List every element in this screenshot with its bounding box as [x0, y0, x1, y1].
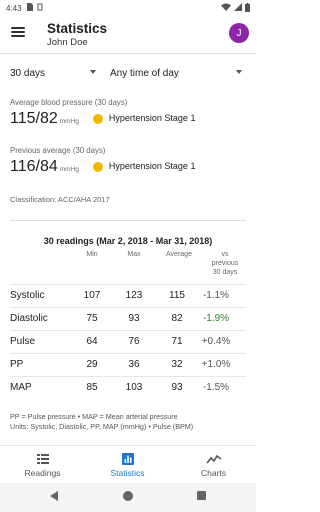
title-block: Statistics John Doe	[47, 21, 107, 48]
header-min: Min	[86, 251, 98, 258]
unit-label: mmHg	[59, 118, 79, 125]
header-max: Max	[127, 251, 141, 258]
stage-indicator: Hypertension Stage 1	[92, 161, 196, 172]
cell-vs: +0.4%	[201, 336, 231, 347]
current-average-value: 115/82	[10, 110, 58, 127]
table-row: Pulse 64 76 71 +0.4%	[10, 330, 246, 353]
unit-label: mmHg	[59, 166, 79, 173]
table-row: PP 29 36 32 +1.0%	[10, 353, 246, 376]
nav-readings[interactable]: Readings	[0, 446, 85, 484]
recents-icon[interactable]	[197, 491, 206, 500]
cell-max: 123	[125, 290, 143, 301]
row-label: Diastolic	[10, 313, 48, 324]
header-average: Average	[166, 251, 192, 258]
table-title: 30 readings (Mar 2, 2018 - Mar 31, 2018)	[43, 236, 213, 246]
stage-indicator: Hypertension Stage 1	[92, 113, 196, 124]
previous-average-label: Previous average (30 days)	[10, 146, 106, 155]
header-vs-line2: previous	[211, 260, 239, 267]
period-dropdown[interactable]: 30 days	[10, 62, 96, 84]
cell-avg: 32	[171, 359, 183, 370]
row-label: PP	[10, 359, 24, 370]
current-average: Average blood pressure (30 days) 115/82 …	[10, 98, 246, 128]
stage-dot-icon	[92, 162, 103, 172]
footnote-line1: PP = Pulse pressure • MAP = Mean arteria…	[10, 412, 178, 421]
nav-charts[interactable]: Charts	[171, 446, 256, 484]
row-label: Systolic	[10, 290, 45, 301]
previous-average-value: 116/84	[10, 158, 58, 175]
divider	[10, 220, 246, 221]
bar-chart-icon	[121, 453, 134, 465]
cell-vs: +1.0%	[201, 359, 231, 370]
cell-vs: -1.9%	[202, 313, 230, 324]
notification-icon	[37, 3, 44, 13]
avatar[interactable]: J	[229, 23, 249, 43]
wifi-icon	[221, 3, 231, 13]
current-average-label: Average blood pressure (30 days)	[10, 98, 128, 107]
cell-max: 36	[128, 359, 140, 370]
stage-dot-icon	[92, 114, 103, 124]
system-nav-bar	[0, 483, 256, 512]
bottom-nav: Readings Statistics Charts	[0, 445, 256, 483]
menu-icon[interactable]	[10, 24, 26, 40]
header-vs-previous: vs previous 30 days	[205, 250, 245, 277]
cell-avg: 115	[169, 290, 185, 301]
nav-statistics-label: Statistics	[110, 468, 145, 478]
table-row: Diastolic 75 93 82 -1.9%	[10, 307, 246, 330]
stage-label: Hypertension Stage 1	[108, 113, 196, 123]
period-value: 30 days	[10, 67, 46, 79]
status-time: 4:43	[6, 3, 22, 13]
chevron-down-icon	[90, 70, 96, 74]
row-label: Pulse	[10, 336, 36, 347]
cell-avg: 71	[171, 336, 183, 347]
footnote: PP = Pulse pressure • MAP = Mean arteria…	[10, 412, 250, 431]
cell-avg: 93	[171, 382, 183, 393]
footnote-line2: Units: Systolic, Diastolic, PP, MAP (mmH…	[10, 421, 194, 431]
cell-min: 75	[86, 313, 98, 324]
filters: 30 days Any time of day	[0, 62, 256, 84]
page-title: Statistics	[47, 21, 108, 36]
cell-avg: 82	[171, 313, 183, 324]
cell-vs: -1.5%	[202, 382, 230, 393]
user-name: John Doe	[47, 37, 88, 48]
battery-icon	[245, 2, 250, 14]
cell-min: 85	[86, 382, 98, 393]
cell-max: 103	[125, 382, 143, 393]
nav-readings-label: Readings	[24, 468, 61, 478]
cell-min: 64	[86, 336, 98, 347]
time-of-day-dropdown[interactable]: Any time of day	[110, 62, 242, 84]
header-vs-line3: 30 days	[212, 269, 238, 276]
classification: Classification: ACC/AHA 2017	[10, 195, 110, 204]
sd-card-icon	[26, 3, 33, 13]
nav-statistics[interactable]: Statistics	[85, 446, 170, 484]
home-icon[interactable]	[123, 491, 133, 501]
signal-icon	[234, 3, 242, 13]
cell-max: 93	[128, 313, 140, 324]
row-label: MAP	[10, 382, 32, 393]
list-icon	[36, 454, 49, 464]
cell-min: 107	[83, 290, 101, 301]
stage-label: Hypertension Stage 1	[108, 161, 196, 171]
line-chart-icon	[205, 454, 221, 464]
app-bar: Statistics John Doe J	[0, 16, 256, 52]
cell-vs: -1.1%	[202, 290, 230, 301]
table-row: Systolic 107 123 115 -1.1%	[10, 284, 246, 307]
table-header: Min Max Average vs previous 30 days	[0, 250, 256, 280]
nav-charts-label: Charts	[200, 468, 227, 478]
cell-min: 29	[86, 359, 98, 370]
time-of-day-value: Any time of day	[110, 67, 179, 79]
cell-max: 76	[128, 336, 140, 347]
previous-average: Previous average (30 days) 116/84 mmHg H…	[10, 146, 246, 176]
chevron-down-icon	[236, 70, 242, 74]
status-bar: 4:43	[0, 0, 256, 16]
table-row: MAP 85 103 93 -1.5%	[10, 376, 246, 399]
divider	[0, 53, 256, 54]
back-icon[interactable]	[50, 491, 58, 501]
header-vs-line1: vs	[221, 251, 229, 258]
